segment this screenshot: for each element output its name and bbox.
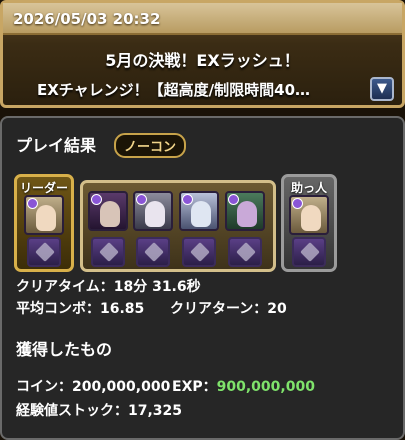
exp-stock: 経験値ストック：17,325 bbox=[16, 403, 183, 419]
sub1-monster-icon[interactable] bbox=[88, 191, 128, 231]
date-strip: 2026/05/03 20:32 bbox=[3, 3, 402, 35]
play-result-title: プレイ結果 bbox=[16, 136, 97, 155]
leader-slot[interactable]: リーダー bbox=[14, 174, 74, 272]
helper-label: 助っ人 bbox=[290, 181, 327, 195]
sub-members bbox=[80, 180, 276, 272]
clear-turn: クリアターン：20 bbox=[170, 301, 287, 317]
quest-subtitle: EXチャレンジ！【超高度/制限時間40… bbox=[37, 81, 311, 99]
result-panel: プレイ結果 ノーコン リーダー 助っ人 クリアタイム：18分 31.6秒 平均コ… bbox=[0, 116, 405, 440]
clear-time: クリアタイム：18分 31.6秒 bbox=[16, 279, 201, 295]
dark-attribute-icon bbox=[27, 198, 38, 209]
helper-monster-icon[interactable] bbox=[289, 195, 329, 235]
dark-attribute-icon bbox=[292, 198, 303, 209]
sub2-monster-icon[interactable] bbox=[133, 191, 173, 231]
no-continue-badge: ノーコン bbox=[114, 133, 187, 158]
dark-attribute-icon bbox=[91, 194, 102, 205]
expand-down-icon[interactable]: ▼ bbox=[370, 77, 394, 101]
sub2-assist-icon[interactable] bbox=[136, 237, 170, 267]
exp-value: 900,000,000 bbox=[216, 379, 315, 395]
dark-attribute-icon bbox=[228, 194, 239, 205]
exp-label: EXP： bbox=[172, 379, 217, 395]
coin-reward: コイン：200,000,000 bbox=[16, 379, 171, 395]
dark-attribute-icon bbox=[136, 194, 147, 205]
sub4-monster-icon[interactable] bbox=[225, 191, 265, 231]
exp-reward: EXP：900,000,000 bbox=[172, 376, 315, 396]
rewards-title: 獲得したもの bbox=[16, 340, 113, 359]
helper-slot[interactable]: 助っ人 bbox=[281, 174, 337, 272]
sub4-assist-icon[interactable] bbox=[228, 237, 262, 267]
leader-label: リーダー bbox=[19, 181, 68, 195]
sub3-assist-icon[interactable] bbox=[182, 237, 216, 267]
dark-attribute-icon bbox=[182, 194, 193, 205]
quest-header: 2026/05/03 20:32 5月の決戦！EXラッシュ！ EXチャレンジ！【… bbox=[0, 0, 405, 108]
quest-title: 5月の決戦！EXラッシュ！ bbox=[105, 51, 300, 70]
sub3-monster-icon[interactable] bbox=[179, 191, 219, 231]
leader-assist-icon[interactable] bbox=[27, 237, 61, 267]
leader-monster-icon[interactable] bbox=[24, 195, 64, 235]
avg-combo: 平均コンボ：16.85 bbox=[16, 301, 145, 317]
play-date: 2026/05/03 20:32 bbox=[13, 10, 161, 28]
helper-assist-icon[interactable] bbox=[292, 237, 326, 267]
sub1-assist-icon[interactable] bbox=[91, 237, 125, 267]
